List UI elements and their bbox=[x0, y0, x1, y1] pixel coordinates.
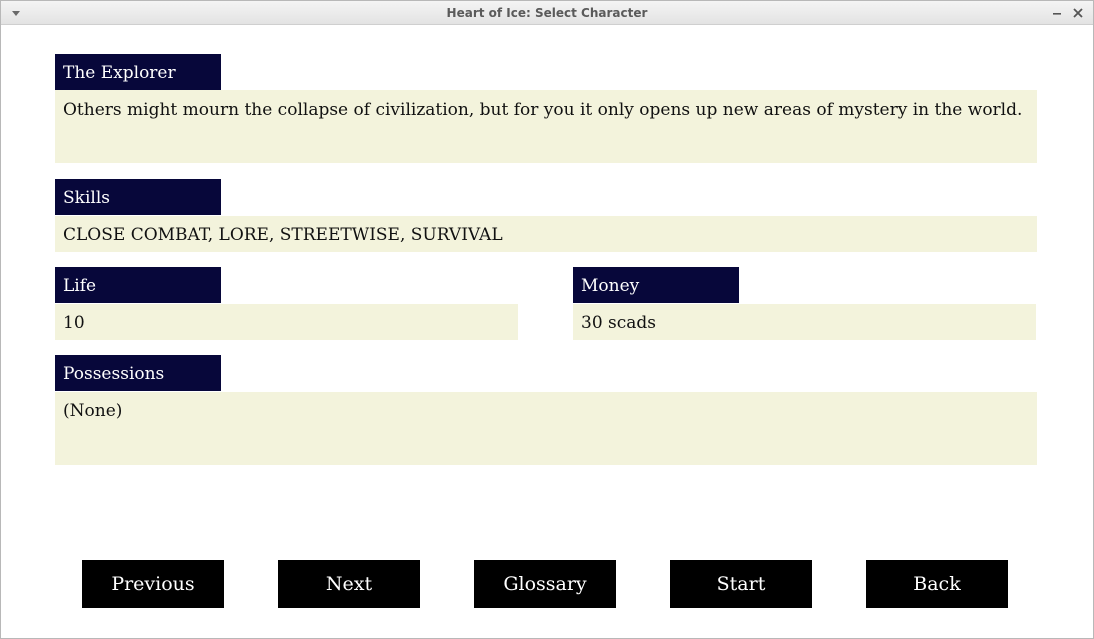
minimize-button[interactable] bbox=[1048, 4, 1066, 22]
money-value: 30 scads bbox=[573, 304, 1036, 340]
next-button[interactable]: Next bbox=[278, 560, 420, 608]
character-name-label: The Explorer bbox=[55, 54, 221, 90]
window-title: Heart of Ice: Select Character bbox=[446, 6, 648, 20]
start-button[interactable]: Start bbox=[670, 560, 812, 608]
app-window: Heart of Ice: Select Character The Explo… bbox=[0, 0, 1094, 639]
close-icon bbox=[1073, 8, 1083, 18]
possessions-list: (None) bbox=[55, 392, 1037, 465]
possessions-label: Possessions bbox=[55, 355, 221, 391]
life-label: Life bbox=[55, 267, 221, 303]
skills-label: Skills bbox=[55, 179, 221, 215]
minimize-icon bbox=[1053, 13, 1061, 15]
life-value: 10 bbox=[55, 304, 518, 340]
glossary-button[interactable]: Glossary bbox=[474, 560, 616, 608]
money-label: Money bbox=[573, 267, 739, 303]
character-description: Others might mourn the collapse of civil… bbox=[55, 90, 1037, 163]
back-button[interactable]: Back bbox=[866, 560, 1008, 608]
previous-button[interactable]: Previous bbox=[82, 560, 224, 608]
title-bar: Heart of Ice: Select Character bbox=[1, 1, 1093, 25]
skills-value: CLOSE COMBAT, LORE, STREETWISE, SURVIVAL bbox=[55, 216, 1037, 252]
close-button[interactable] bbox=[1069, 4, 1087, 22]
